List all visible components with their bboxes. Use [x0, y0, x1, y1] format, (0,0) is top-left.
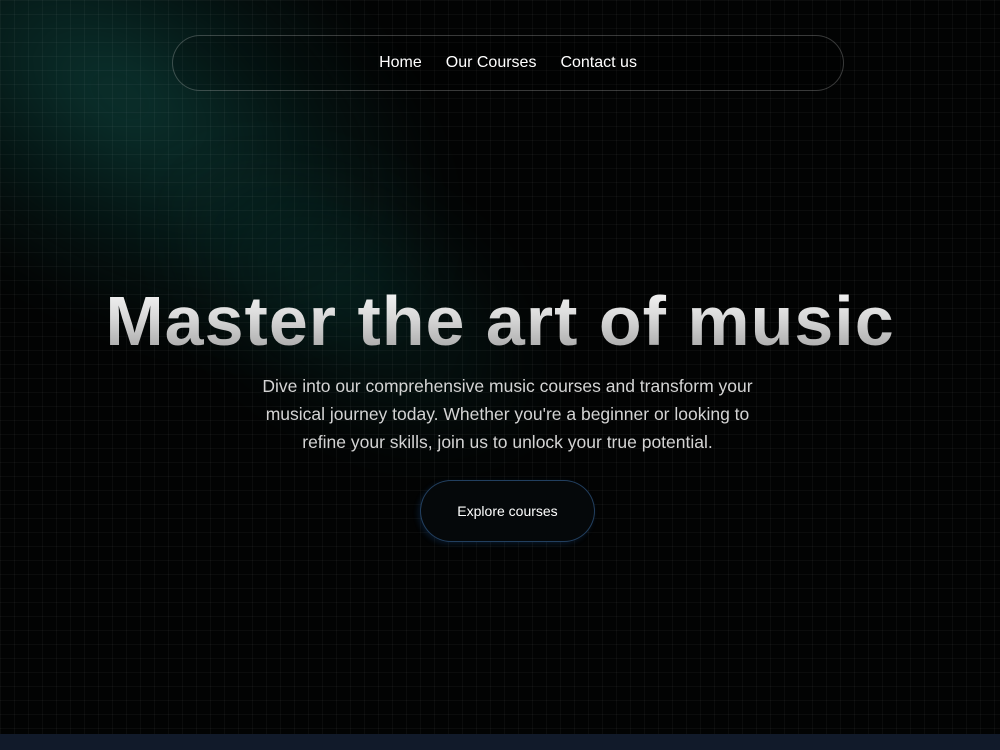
explore-courses-button[interactable]: Explore courses: [420, 480, 595, 542]
landing-page: Home Our Courses Contact us Master the a…: [0, 0, 1000, 750]
footer-strip: [0, 734, 1000, 750]
nav-link-home[interactable]: Home: [379, 54, 422, 72]
hero-title: Master the art of music: [0, 281, 1000, 361]
top-navigation: Home Our Courses Contact us: [172, 35, 844, 91]
hero-description: Dive into our comprehensive music course…: [262, 376, 753, 452]
nav-link-our-courses[interactable]: Our Courses: [446, 54, 537, 72]
nav-link-contact-us[interactable]: Contact us: [560, 54, 636, 72]
